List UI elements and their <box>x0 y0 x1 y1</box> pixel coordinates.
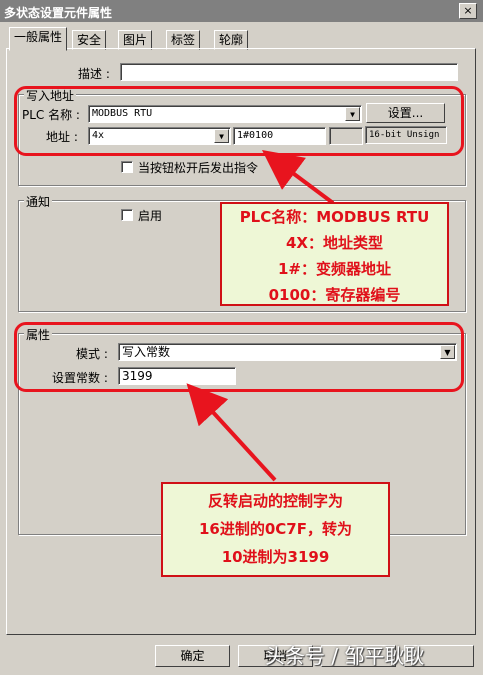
watermark-text: 头条号 / 邹平耿耿 <box>265 644 425 668</box>
address-explanation-note: PLC名称：MODBUS RTU 4X：地址类型 1#：变频器地址 0100：寄… <box>220 202 449 306</box>
note2-line-1: 反转启动的控制字为 <box>207 492 343 510</box>
control-word-note: 反转启动的控制字为 16进制的0C7F，转为 10进制为3199 <box>161 482 390 577</box>
arrow-to-address <box>261 150 335 205</box>
note1-line-2: 4X：地址类型 <box>285 234 383 252</box>
note1-line-3: 1#：变频器地址 <box>277 260 391 278</box>
note2-line-3: 10进制为3199 <box>221 548 330 566</box>
note1-line-1: PLC名称：MODBUS RTU <box>239 208 430 226</box>
arrow-to-constant <box>186 383 277 482</box>
note1-line-4: 0100：寄存器编号 <box>268 286 401 304</box>
tab-general[interactable]: 一般属性 <box>9 27 68 51</box>
note2-line-2: 16进制的0C7F，转为 <box>198 520 352 538</box>
